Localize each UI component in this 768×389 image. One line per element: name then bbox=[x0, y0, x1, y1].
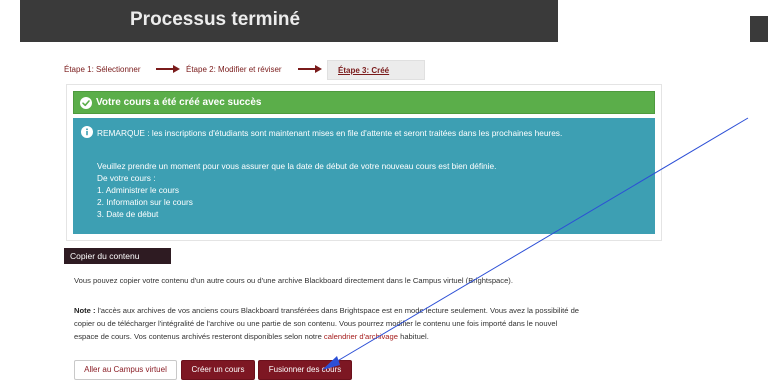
page-title: Processus terminé bbox=[130, 9, 301, 30]
merge-courses-button[interactable]: Fusionner des cours bbox=[258, 360, 352, 380]
step-created[interactable]: Étape 3: Créé bbox=[338, 66, 389, 75]
check-circle-icon bbox=[80, 97, 92, 109]
note-line: espace de cours. Vos contenus archivés r… bbox=[74, 332, 429, 341]
info-list-item: 2. Information sur le cours bbox=[97, 197, 193, 207]
info-icon bbox=[81, 126, 93, 138]
note-text: l'accès aux archives de vos anciens cour… bbox=[97, 306, 580, 315]
step-edit[interactable]: Étape 2: Modifier et réviser bbox=[186, 65, 282, 74]
go-to-campus-button[interactable]: Aller au Campus virtuel bbox=[74, 360, 177, 380]
success-banner: Votre cours a été créé avec succès bbox=[73, 91, 655, 114]
info-notice: REMARQUE : les inscriptions d'étudiants … bbox=[73, 118, 655, 234]
copy-intro: Vous pouvez copier votre contenu d'un au… bbox=[74, 276, 513, 285]
note-line: Note : l'accès aux archives de vos ancie… bbox=[74, 306, 579, 315]
section-title: Copier du contenu bbox=[70, 251, 140, 261]
info-line: Veuillez prendre un moment pour vous ass… bbox=[97, 161, 497, 171]
info-list-item: 3. Date de début bbox=[97, 209, 159, 219]
header-bar: Processus terminé bbox=[20, 0, 558, 42]
step-arrow-icon bbox=[156, 65, 180, 73]
info-list-item: 1. Administrer le cours bbox=[97, 185, 180, 195]
note-text: habituel. bbox=[400, 332, 429, 341]
section-header: Copier du contenu bbox=[64, 248, 171, 264]
note-line: copier ou de télécharger l'intégralité d… bbox=[74, 319, 558, 328]
remark-text: REMARQUE : les inscriptions d'étudiants … bbox=[97, 128, 563, 138]
create-course-button[interactable]: Créer un cours bbox=[181, 360, 255, 380]
info-line: De votre cours : bbox=[97, 173, 156, 183]
step-select[interactable]: Étape 1: Sélectionner bbox=[64, 65, 141, 74]
side-dark-block bbox=[750, 16, 768, 42]
note-text: espace de cours. Vos contenus archivés r… bbox=[74, 332, 322, 341]
note-label: Note : bbox=[74, 306, 96, 315]
step-arrow-icon bbox=[298, 65, 322, 73]
archive-calendar-link[interactable]: calendrier d'archivage bbox=[324, 332, 398, 341]
success-message: Votre cours a été créé avec succès bbox=[96, 97, 262, 108]
step-current-box: Étape 3: Créé bbox=[327, 60, 425, 80]
